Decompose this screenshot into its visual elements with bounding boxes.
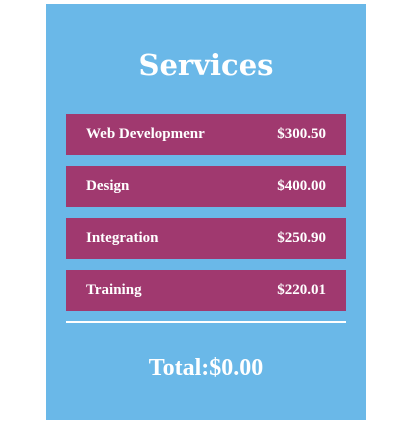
total-amount: Total:$0.00 [148, 355, 264, 381]
services-panel: Services Web Developmenr $300.50 Design … [46, 4, 366, 420]
service-name: Integration [86, 230, 159, 246]
service-name: Web Developmenr [86, 126, 205, 142]
service-item-design[interactable]: Design $400.00 [66, 166, 346, 207]
service-name: Design [86, 178, 130, 194]
service-price: $300.50 [277, 126, 326, 142]
service-item-training[interactable]: Training $220.01 [66, 270, 346, 311]
service-price: $400.00 [277, 178, 326, 194]
divider [66, 321, 346, 323]
service-name: Training [86, 282, 142, 298]
service-price: $250.90 [277, 230, 326, 246]
service-item-web-development[interactable]: Web Developmenr $300.50 [66, 114, 346, 155]
page-title: Services [138, 48, 274, 82]
service-price: $220.01 [277, 282, 326, 298]
service-item-integration[interactable]: Integration $250.90 [66, 218, 346, 259]
